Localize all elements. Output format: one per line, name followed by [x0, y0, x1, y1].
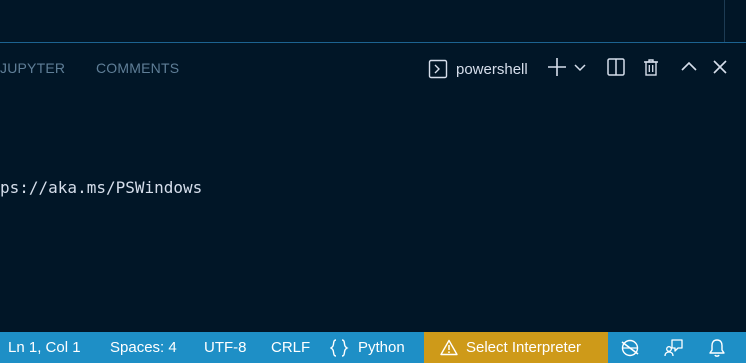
- split-terminal-button[interactable]: [603, 56, 629, 82]
- chevron-down-icon: [573, 60, 587, 79]
- warning-icon: [440, 339, 458, 356]
- terminal-icon: [428, 59, 448, 79]
- tab-comments[interactable]: COMMENTS: [96, 60, 179, 76]
- indentation-setting[interactable]: Spaces: 4: [110, 332, 177, 363]
- editor-scrollbar-divider: [724, 0, 725, 42]
- feedback-button[interactable]: [662, 332, 686, 363]
- editor-area: [0, 0, 746, 43]
- broadcast-icon: [619, 338, 641, 358]
- select-interpreter-label: Select Interpreter: [466, 339, 582, 356]
- chevron-up-icon: [680, 58, 698, 81]
- terminal-output-line: ps://aka.ms/PSWindows: [0, 178, 203, 197]
- cursor-position[interactable]: Ln 1, Col 1: [8, 332, 81, 363]
- new-terminal-button[interactable]: [544, 56, 570, 82]
- trash-icon: [641, 57, 661, 82]
- panel-header: JUPYTER COMMENTS powershell: [0, 43, 746, 95]
- language-mode[interactable]: Python: [330, 332, 405, 363]
- tab-jupyter[interactable]: JUPYTER: [0, 60, 65, 76]
- maximize-panel-button[interactable]: [676, 56, 702, 82]
- file-encoding[interactable]: UTF-8: [204, 332, 247, 363]
- new-terminal-icon: [546, 56, 568, 83]
- terminal-selector[interactable]: powershell: [428, 57, 528, 81]
- bell-icon: [708, 338, 726, 358]
- select-interpreter-button[interactable]: Select Interpreter: [424, 332, 608, 363]
- language-label: Python: [358, 339, 405, 356]
- status-bar: Ln 1, Col 1 Spaces: 4 UTF-8 CRLF Python …: [0, 332, 746, 363]
- split-terminal-icon: [606, 57, 626, 82]
- line-ending[interactable]: CRLF: [271, 332, 310, 363]
- close-panel-button[interactable]: [707, 56, 733, 82]
- kill-terminal-button[interactable]: [638, 56, 664, 82]
- live-share-button[interactable]: [618, 332, 642, 363]
- terminal-dropdown-button[interactable]: [568, 56, 592, 82]
- terminal-name: powershell: [456, 60, 528, 78]
- feedback-icon: [664, 338, 684, 358]
- notifications-button[interactable]: [705, 332, 729, 363]
- braces-icon: [330, 338, 350, 357]
- close-icon: [711, 58, 729, 81]
